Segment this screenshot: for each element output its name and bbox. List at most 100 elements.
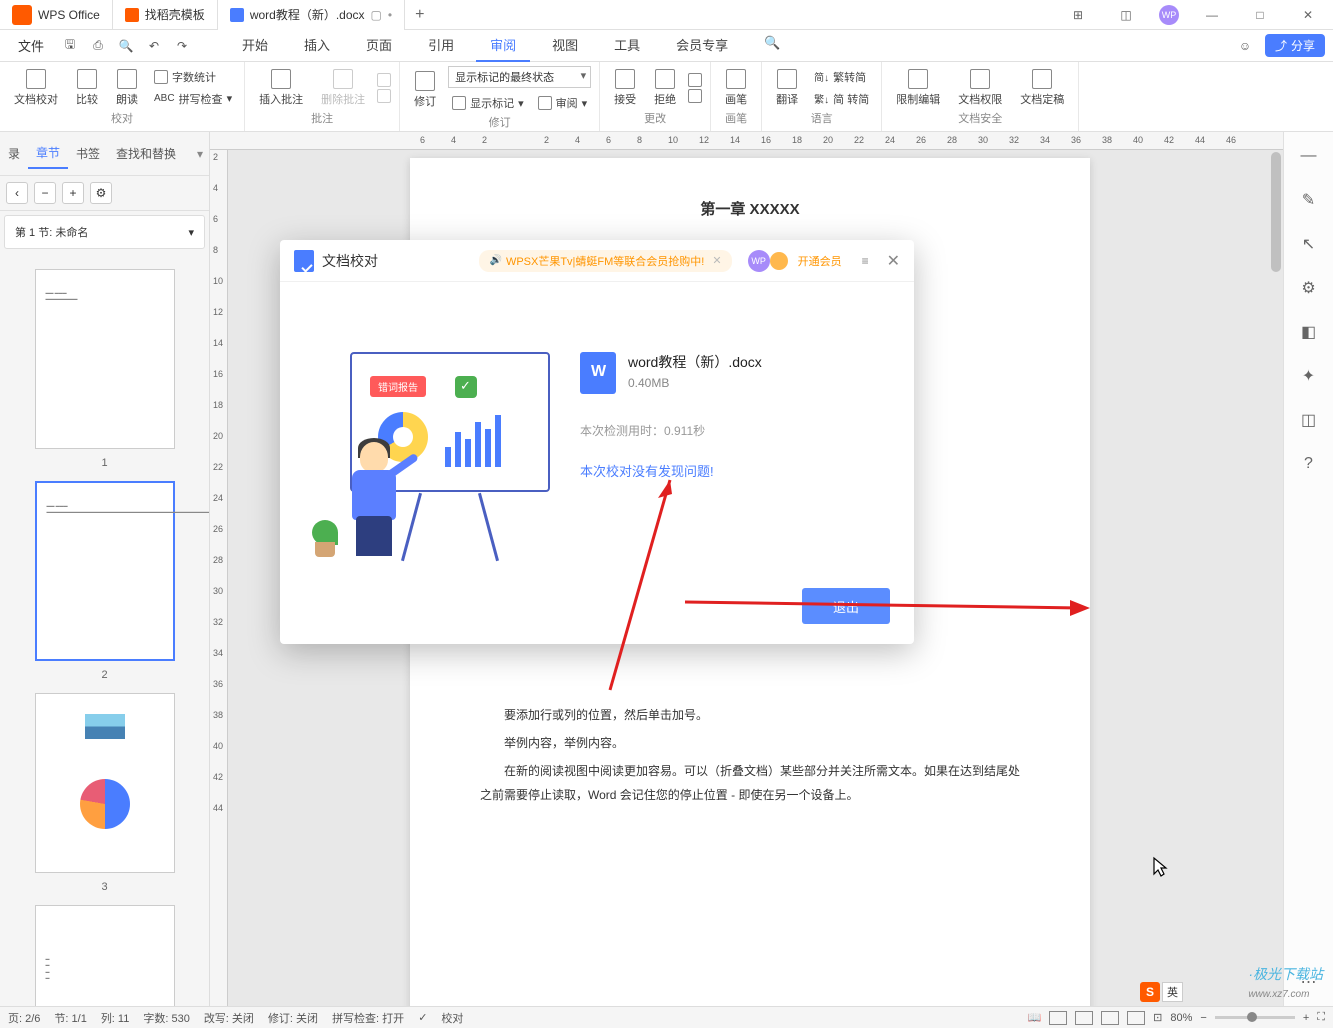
file-menu[interactable]: 文件 bbox=[8, 32, 54, 59]
smiley-icon[interactable]: ☺ bbox=[1233, 34, 1257, 58]
sidebar-settings-button[interactable]: ⚙ bbox=[90, 182, 112, 204]
template-tab[interactable]: 找稻壳模板 bbox=[113, 0, 218, 30]
tab-start[interactable]: 开始 bbox=[228, 29, 282, 62]
sidebar-tab-toc[interactable]: 录 bbox=[0, 139, 28, 168]
zoom-value[interactable]: 80% bbox=[1170, 1012, 1192, 1024]
sidebar-tab-find[interactable]: 查找和替换 bbox=[108, 139, 184, 168]
show-markup-button[interactable]: 显示标记 ▾ bbox=[448, 93, 528, 113]
collapse-icon[interactable]: — bbox=[1297, 144, 1321, 168]
modal-avatar[interactable]: WP bbox=[748, 250, 770, 272]
revise-button[interactable]: 修订 bbox=[408, 69, 442, 111]
tab-insert[interactable]: 插入 bbox=[290, 29, 344, 62]
pen-button[interactable]: 画笔 bbox=[719, 67, 753, 109]
sidebar-chevron-icon[interactable]: ▾ bbox=[197, 147, 209, 161]
maximize-button[interactable]: □ bbox=[1245, 0, 1275, 30]
status-words[interactable]: 字数: 530 bbox=[143, 1010, 189, 1026]
modal-menu-icon[interactable]: ≡ bbox=[862, 254, 869, 268]
status-proof[interactable]: 校对 bbox=[441, 1010, 463, 1026]
status-section[interactable]: 节: 1/1 bbox=[54, 1010, 86, 1026]
section-selector[interactable]: 第 1 节: 未命名 ▾ bbox=[4, 215, 205, 249]
select-icon[interactable]: ↖ bbox=[1297, 232, 1321, 256]
status-spell-icon[interactable]: ✓ bbox=[418, 1011, 427, 1024]
zoom-in-button[interactable]: + bbox=[1303, 1012, 1309, 1024]
display-state-select[interactable]: 显示标记的最终状态 bbox=[448, 66, 591, 88]
exit-button[interactable]: 退出 bbox=[802, 588, 890, 624]
preview-icon[interactable]: 🔍 bbox=[114, 34, 138, 58]
view-mode-2[interactable] bbox=[1075, 1011, 1093, 1025]
zoom-out-button[interactable]: − bbox=[1200, 1012, 1206, 1024]
bookmark-icon[interactable]: ◫ bbox=[1297, 408, 1321, 432]
share-button[interactable]: ⤴ 分享 bbox=[1265, 34, 1325, 57]
tools-icon[interactable]: ✦ bbox=[1297, 364, 1321, 388]
to-simplified-button[interactable]: 繁↓简 转简 bbox=[810, 89, 873, 109]
read-aloud-button[interactable]: 朗读 bbox=[110, 67, 144, 109]
tab-page[interactable]: 页面 bbox=[352, 29, 406, 62]
status-col[interactable]: 列: 11 bbox=[101, 1010, 130, 1026]
sidebar-add-button[interactable]: + bbox=[62, 182, 84, 204]
vip-text[interactable]: 开通会员 bbox=[798, 253, 842, 269]
tab-tools[interactable]: 工具 bbox=[600, 29, 654, 62]
word-count-button[interactable]: 字数统计 bbox=[150, 67, 236, 87]
fullscreen-icon[interactable]: ⛶ bbox=[1317, 1011, 1325, 1024]
sidebar-tab-sections[interactable]: 章节 bbox=[28, 138, 68, 169]
settings-icon[interactable]: ⚙ bbox=[1297, 276, 1321, 300]
layers-icon[interactable]: ◧ bbox=[1297, 320, 1321, 344]
sidebar-remove-button[interactable]: − bbox=[34, 182, 56, 204]
tab-vip[interactable]: 会员专享 bbox=[662, 29, 742, 62]
thumbnail-page-3[interactable] bbox=[35, 693, 175, 873]
close-button[interactable]: ✕ bbox=[1293, 0, 1323, 30]
review-pane-button[interactable]: 审阅 ▾ bbox=[534, 93, 592, 113]
status-track[interactable]: 改写: 关闭 bbox=[204, 1010, 254, 1026]
next-change-icon[interactable] bbox=[688, 89, 702, 103]
zoom-slider[interactable] bbox=[1215, 1016, 1295, 1019]
help-icon[interactable]: ? bbox=[1297, 452, 1321, 476]
view-mode-3[interactable] bbox=[1101, 1011, 1119, 1025]
modal-close-button[interactable]: ✕ bbox=[887, 251, 900, 271]
undo-icon[interactable]: ↶ bbox=[142, 34, 166, 58]
compare-button[interactable]: 比较 bbox=[70, 67, 104, 109]
restrict-edit-button[interactable]: 限制编辑 bbox=[890, 67, 946, 109]
status-page[interactable]: 页: 2/6 bbox=[8, 1010, 40, 1026]
prev-change-icon[interactable] bbox=[688, 73, 702, 87]
redo-icon[interactable]: ↷ bbox=[170, 34, 194, 58]
new-tab-button[interactable]: + bbox=[405, 6, 434, 24]
doc-permission-button[interactable]: 文档权限 bbox=[952, 67, 1008, 109]
finalize-button[interactable]: 文档定稿 bbox=[1014, 67, 1070, 109]
edit-icon[interactable]: ✎ bbox=[1297, 188, 1321, 212]
minimize-button[interactable]: — bbox=[1197, 0, 1227, 30]
print-icon[interactable]: ⎙ bbox=[86, 34, 110, 58]
cube-icon[interactable]: ◫ bbox=[1111, 0, 1141, 30]
vertical-ruler[interactable]: 2468101214161820222426283032343638404244 bbox=[210, 150, 228, 1006]
vertical-scrollbar[interactable] bbox=[1271, 152, 1281, 986]
user-avatar[interactable]: WP bbox=[1159, 5, 1179, 25]
accept-button[interactable]: 接受 bbox=[608, 67, 642, 109]
thumbnail-page-4[interactable]: ▬▬▬▬ bbox=[35, 905, 175, 1006]
book-icon[interactable]: 📖 bbox=[1027, 1011, 1041, 1024]
grid-icon[interactable]: ⊞ bbox=[1063, 0, 1093, 30]
spell-check-button[interactable]: ABC拼写检查 ▾ bbox=[150, 89, 236, 109]
tab-reference[interactable]: 引用 bbox=[414, 29, 468, 62]
tab-review[interactable]: 审阅 bbox=[476, 29, 530, 62]
document-tab[interactable]: word教程（新）.docx ▢ • bbox=[218, 0, 405, 30]
sidebar-prev-button[interactable]: ‹ bbox=[6, 182, 28, 204]
to-traditional-button[interactable]: 简↓繁转简 bbox=[810, 67, 873, 87]
tab-menu-icon[interactable]: ▢ bbox=[371, 8, 382, 22]
thumbnail-page-1[interactable]: ▬▬ ▬▬▬▬▬▬▬▬▬▬▬ bbox=[35, 269, 175, 449]
sidebar-tab-bookmarks[interactable]: 书签 bbox=[68, 139, 108, 168]
tab-close-icon[interactable]: • bbox=[388, 8, 392, 22]
app-tab[interactable]: WPS Office bbox=[0, 0, 113, 30]
status-revise[interactable]: 修订: 关闭 bbox=[268, 1010, 318, 1026]
doc-check-button[interactable]: 文档校对 bbox=[8, 67, 64, 109]
thumbnail-page-2[interactable]: ▬▬ ▬▬▬▬▬▬▬▬▬▬▬▬▬▬▬▬▬▬▬▬▬▬▬▬▬▬▬▬▬▬▬▬▬▬▬▬▬… bbox=[35, 481, 175, 661]
insert-comment-button[interactable]: 插入批注 bbox=[253, 67, 309, 109]
save-icon[interactable]: 🖫 bbox=[58, 34, 82, 58]
tab-view[interactable]: 视图 bbox=[538, 29, 592, 62]
reject-button[interactable]: 拒绝 bbox=[648, 67, 682, 109]
horizontal-ruler[interactable]: 6422468101214161820222426283032343638404… bbox=[210, 132, 1283, 150]
status-spell[interactable]: 拼写检查: 打开 bbox=[332, 1010, 404, 1026]
promo-banner[interactable]: WPSX芒果Tv|蜻蜓FM等联合会员抢购中! ✕ bbox=[479, 250, 731, 272]
view-mode-4[interactable] bbox=[1127, 1011, 1145, 1025]
translate-button[interactable]: 翻译 bbox=[770, 67, 804, 109]
search-icon[interactable]: 🔍 bbox=[750, 29, 794, 62]
view-mode-1[interactable] bbox=[1049, 1011, 1067, 1025]
